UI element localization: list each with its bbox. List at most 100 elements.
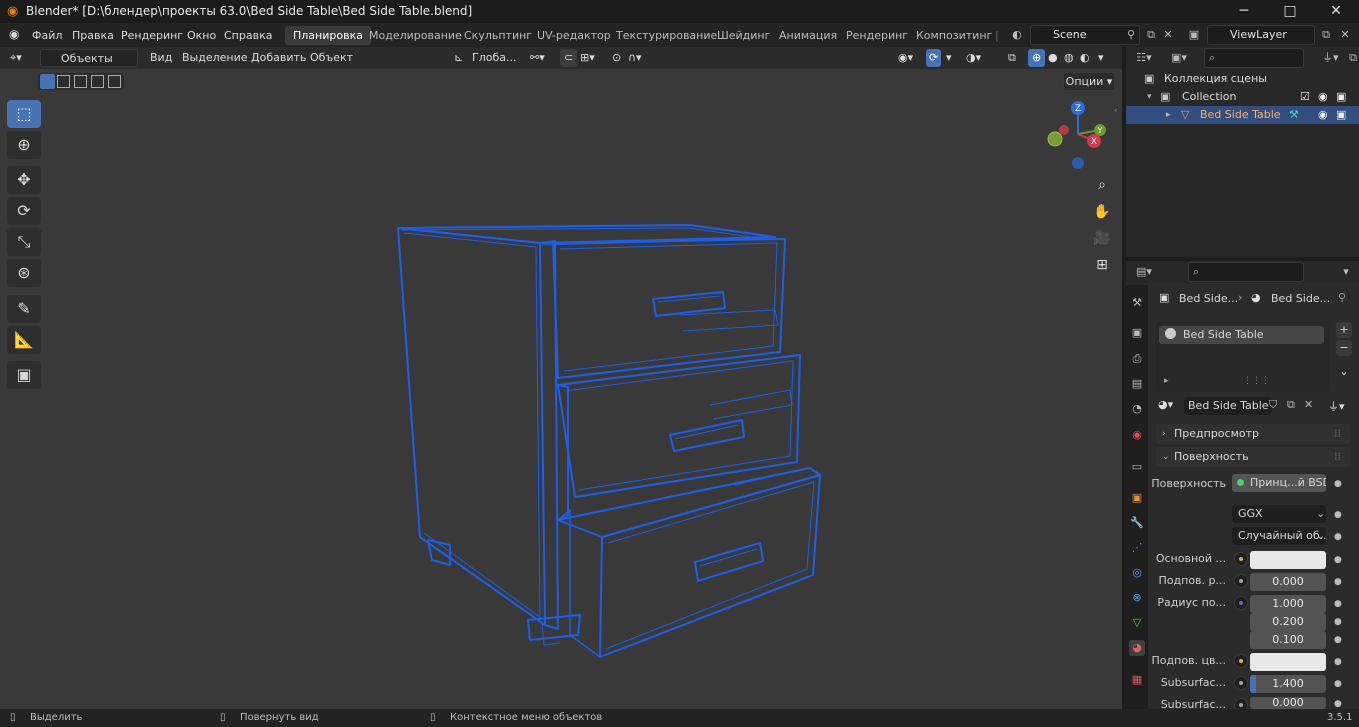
browse-material-icon[interactable]: ◕▾ [1158,398,1173,411]
perspective-grid-icon[interactable]: ⊞ [1089,252,1115,278]
material-name-field[interactable]: Bed Side Table [1184,397,1272,415]
filter-icon[interactable]: ⏚▾ [1322,50,1339,66]
outliner-row-bed-side-table[interactable]: ▸ ▽ Bed Side Table ⚒ ◉ ▣ [1126,106,1359,124]
minimize-button[interactable]: ─ [1221,0,1267,23]
duplicate-material-icon[interactable]: ⧉ [1287,398,1295,412]
outliner-search-field[interactable]: ⌕ [1204,48,1304,68]
surface-drag-handle-icon[interactable]: ⁞⁞ [1334,447,1341,467]
subsurface-radius-z-anim-dot-icon[interactable]: ● [1334,635,1342,645]
menu-window[interactable]: Окно [187,29,216,42]
viewlayer-name-field[interactable]: ViewLayer [1207,25,1315,45]
solid-shading-icon[interactable]: ● [1048,49,1058,67]
subsurface-radius-socket-icon[interactable] [1234,596,1248,610]
modifier-tab-icon[interactable]: 🔧 [1129,515,1145,531]
base-color-swatch[interactable] [1250,551,1326,569]
menu-object[interactable]: Объект [310,49,353,67]
scene-tab-icon[interactable]: ◔ [1129,401,1145,417]
exclude-checkbox-icon[interactable]: ☑ [1300,88,1310,106]
pivot-point-icon[interactable]: ⚯▾ [530,49,545,67]
move-tool[interactable]: ✥ [7,166,41,194]
collection-tab-icon[interactable]: ▭ [1129,459,1145,475]
navigation-gizmo[interactable]: Z Y X [1040,96,1116,172]
outliner-row-scene-collection[interactable]: ▣ Коллекция сцены [1126,70,1359,88]
distribution-anim-dot-icon[interactable]: ● [1334,510,1342,520]
scale-tool[interactable]: ⤡ [7,228,41,256]
new-collection-icon[interactable]: ⧉ [1345,50,1359,66]
snap-target-icon[interactable]: ⊞▾ [580,49,595,67]
view-layer-tab-icon[interactable]: ▤ [1129,376,1145,392]
subsurface-color-socket-icon[interactable] [1234,654,1248,668]
select-invert-icon[interactable] [91,75,104,88]
distribution-dropdown[interactable]: GGX ⌄ [1232,505,1326,523]
new-scene-icon[interactable]: ⧉ [1143,27,1159,43]
remove-slot-button[interactable]: − [1336,340,1352,356]
subsurface-weight-socket-icon[interactable] [1234,574,1248,588]
subsurface-anisotropy-field[interactable]: 0.000 [1250,697,1326,709]
surface-shader-field[interactable]: Принц...й BSDF [1232,474,1326,492]
select-subtract-icon[interactable] [74,75,87,88]
material-slot-row[interactable]: Bed Side Table [1159,326,1324,344]
editor-type-icon[interactable]: ⌖▾ [10,49,22,67]
proportional-edit-icon[interactable]: ⊙ [612,49,621,67]
menu-help[interactable]: Справка [224,29,272,42]
surface-panel-header[interactable]: ⌄ Поверхность ⁞⁞ [1156,447,1350,467]
overlays-icon[interactable]: ◑▾ [966,49,981,67]
outliner-row-collection[interactable]: ▾ ▣ Collection ☑ ◉ ▣ [1126,88,1359,106]
cursor-tool[interactable]: ⊕ [7,131,41,159]
subsurface-radius-y-anim-dot-icon[interactable]: ● [1334,617,1342,627]
visibility-icon[interactable]: ◉▾ [898,49,913,67]
subsurface-weight-field[interactable]: 0.000 [1250,573,1326,591]
pin-icon[interactable]: ⚲ [1338,291,1346,304]
preview-panel-header[interactable]: › Предпросмотр ⁞⁞ [1156,424,1350,444]
base-color-anim-dot-icon[interactable]: ● [1334,555,1342,565]
menu-select[interactable]: Выделение [182,49,248,67]
tool-tab-icon[interactable]: ⚒ [1129,295,1145,311]
material-link-icon[interactable]: ⏚▾ [1328,398,1345,414]
menu-view[interactable]: Вид [150,49,172,67]
expand-collection-icon[interactable]: ▾ [1147,88,1152,106]
particles-tab-icon[interactable]: ⋰ [1129,540,1145,556]
outliner-editor-type-icon[interactable]: ☷▾ [1136,50,1152,66]
texture-tab-icon[interactable]: ▦ [1129,672,1145,688]
render-camera-icon[interactable]: ▣ [1336,88,1346,106]
rendered-shading-icon[interactable]: ◐ [1080,49,1090,67]
select-box-tool[interactable]: ⬚ [7,100,41,128]
close-window-button[interactable]: ✕ [1313,0,1359,23]
fake-user-shield-icon[interactable]: ⛉ [1269,398,1277,412]
tab-rendering[interactable]: Рендеринг [846,26,908,45]
subsurface-color-swatch[interactable] [1250,653,1326,671]
expand-object-icon[interactable]: ▸ [1166,106,1171,124]
world-tab-icon[interactable]: ◉ [1129,427,1145,443]
subsurface-radius-y-field[interactable]: 0.200 [1250,613,1326,631]
maximize-button[interactable]: □ [1267,0,1313,23]
data-tab-icon[interactable]: ▽ [1129,615,1145,631]
add-cube-tool[interactable]: ▣ [7,361,41,389]
resize-handle-icon[interactable]: ⋮⋮⋮ [1243,376,1270,386]
delete-scene-icon[interactable]: ✕ [1160,27,1176,43]
delete-viewlayer-icon[interactable]: ✕ [1337,27,1353,43]
tab-animation[interactable]: Анимация [779,26,837,45]
properties-editor-type-icon[interactable]: ▤▾ [1136,264,1152,280]
falloff-icon[interactable]: ∩▾ [628,49,642,67]
base-color-socket-icon[interactable] [1234,552,1248,566]
physics-tab-icon[interactable]: ◎ [1129,565,1145,581]
snap-icon[interactable]: ⊂ [560,49,578,67]
subsurface-ior-anim-dot-icon[interactable]: ● [1334,679,1342,689]
select-new-icon[interactable] [40,74,55,89]
select-intersect-icon[interactable] [108,75,121,88]
tab-modeling[interactable]: Моделирование [369,26,462,45]
subsurface-color-anim-dot-icon[interactable]: ● [1334,657,1342,667]
rotate-tool[interactable]: ⟳ [7,197,41,225]
blender-menu-icon[interactable]: ◉ [9,27,19,41]
tab-shading[interactable]: Шейдинг [717,26,770,45]
transform-tool[interactable]: ⊛ [7,259,41,287]
material-tab-icon[interactable]: ◕ [1129,640,1145,656]
display-mode-icon[interactable]: ▣▾ [1171,50,1187,66]
menu-edit[interactable]: Правка [72,29,114,42]
subsurface-radius-x-field[interactable]: 1.000 [1250,595,1326,613]
menu-render[interactable]: Рендеринг [121,29,183,42]
unlink-material-icon[interactable]: ✕ [1304,398,1313,411]
drag-handle-icon[interactable]: ⁞⁞ [1334,424,1341,444]
viewlayer-browse-icon[interactable]: ▣ [1186,27,1202,43]
scene-browse-icon[interactable]: ◐ [1009,27,1025,43]
